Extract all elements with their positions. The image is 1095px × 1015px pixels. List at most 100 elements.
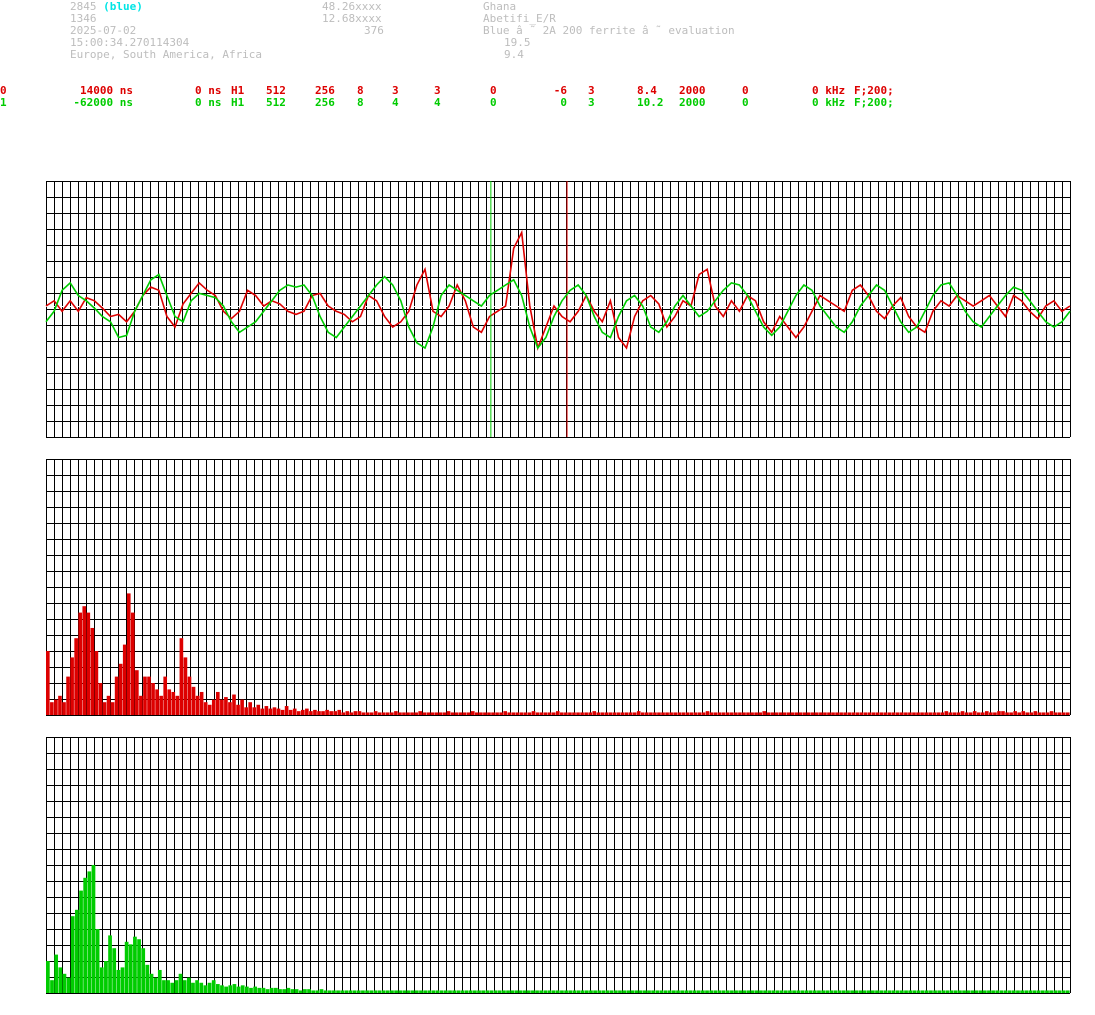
spectrum-bar: [871, 712, 876, 715]
spectrum-bar: [858, 990, 863, 993]
spectrum-bar: [460, 990, 465, 993]
spectrum-bar: [680, 990, 685, 993]
spectrum-bar: [875, 990, 879, 993]
spectrum-bar: [120, 967, 125, 993]
spectrum-bar: [288, 709, 293, 715]
spectrum-bar: [431, 990, 436, 993]
spectrum-bar: [282, 989, 287, 993]
spectrum-bar: [798, 712, 803, 715]
spectrum-bar: [608, 712, 613, 715]
spectrum-bar: [624, 712, 629, 715]
spectrum-bar: [381, 990, 386, 993]
spectrum-bar: [510, 990, 515, 993]
spectrum-bar: [734, 990, 738, 993]
spectrum-bar: [313, 709, 317, 715]
spectrum-bar: [974, 990, 979, 993]
spectrum-bar: [62, 702, 66, 715]
spectrum-bar: [689, 712, 694, 715]
spectrum-bar: [956, 712, 961, 715]
spectrum-bar: [377, 712, 382, 715]
spectrum-bar: [596, 712, 601, 715]
spectrum-bar: [580, 990, 585, 993]
spectrum-bar: [672, 990, 676, 993]
spectrum-bar: [493, 990, 498, 993]
spectrum-bar: [456, 990, 461, 993]
spectrum-bar: [1045, 712, 1050, 715]
spectrum-bar: [850, 990, 855, 993]
spectrum-bar: [135, 670, 139, 715]
spectrum-bar: [470, 711, 475, 715]
spectrum-bar: [1001, 711, 1005, 715]
spectrum-bar: [642, 990, 647, 993]
spectrum-bar: [717, 990, 722, 993]
spectrum-bar: [725, 712, 730, 715]
spectrum-bar: [738, 990, 743, 993]
spectrum-bar: [883, 712, 888, 715]
spectrum-bar: [319, 989, 324, 993]
spectrum-bar: [244, 707, 248, 715]
spectrum-bar: [645, 712, 649, 715]
spectrum-bar: [300, 709, 305, 715]
spectrum-bar: [958, 990, 962, 993]
spectrum-bar: [804, 990, 809, 993]
spectrum-bar: [539, 712, 544, 715]
spectrum-bar: [87, 871, 92, 993]
spectrum-bar: [1053, 990, 1058, 993]
spectrum-bar: [199, 982, 204, 993]
spectrum-bar: [353, 711, 358, 715]
spectrum-bar: [527, 712, 532, 715]
spectrum-bar: [775, 990, 780, 993]
spectrum-bar: [900, 990, 904, 993]
spectrum-bar: [264, 706, 269, 715]
spectrum-bar: [485, 990, 490, 993]
spectrum-bar: [442, 712, 447, 715]
spectrum-bar: [786, 712, 791, 715]
spectrum-bar: [406, 990, 411, 993]
spectrum-bar: [506, 990, 510, 993]
spectrum-bar: [821, 990, 825, 993]
spectrum-bar: [995, 990, 1000, 993]
spectrum-bar: [385, 712, 390, 715]
spectrum-bar: [725, 990, 730, 993]
charts-canvas: [45, 181, 1071, 994]
spectrum-bar: [473, 990, 477, 993]
spectrum-bar: [738, 712, 742, 715]
spectrum-bar: [369, 712, 374, 715]
spectrum-bar: [224, 697, 228, 715]
spectrum-bar: [1013, 711, 1017, 715]
spectrum-bar: [499, 712, 503, 715]
spectrum-bar: [1061, 990, 1066, 993]
spectrum-bar: [462, 712, 467, 715]
spectrum-bar: [883, 990, 888, 993]
spectrum-bar: [572, 712, 576, 715]
spectrum-bar: [1029, 712, 1034, 715]
spectrum-bar: [507, 712, 512, 715]
spectrum-bar: [717, 712, 722, 715]
spectrum-bar: [70, 916, 75, 993]
spectrum-bar: [98, 683, 103, 715]
spectrum-bar: [661, 712, 665, 715]
spectrum-bar: [352, 990, 357, 993]
spectrum-bar: [835, 712, 839, 715]
spectrum-bar: [916, 990, 921, 993]
spectrum-bar: [268, 708, 273, 715]
spectrum-bar: [989, 712, 993, 715]
spectrum-bar: [653, 712, 657, 715]
spectrum-bar: [99, 967, 104, 993]
spectrum-bar: [630, 990, 635, 993]
spectrum-bar: [228, 985, 233, 993]
spectrum-bar: [632, 712, 637, 715]
spectrum-bar: [1005, 712, 1009, 715]
spectrum-bar: [539, 990, 544, 993]
spectrum-bar: [245, 986, 249, 993]
spectrum-bar: [688, 990, 693, 993]
spectrum-bar: [361, 712, 366, 715]
spectrum-bar: [547, 990, 552, 993]
spectrum-bar: [887, 712, 892, 715]
spectrum-bar: [999, 990, 1004, 993]
spectrum-bar: [908, 990, 913, 993]
spectrum-bar: [794, 712, 799, 715]
spectrum-bar: [464, 990, 469, 993]
spectrum-bar: [912, 990, 917, 993]
spectrum-bar: [481, 990, 486, 993]
